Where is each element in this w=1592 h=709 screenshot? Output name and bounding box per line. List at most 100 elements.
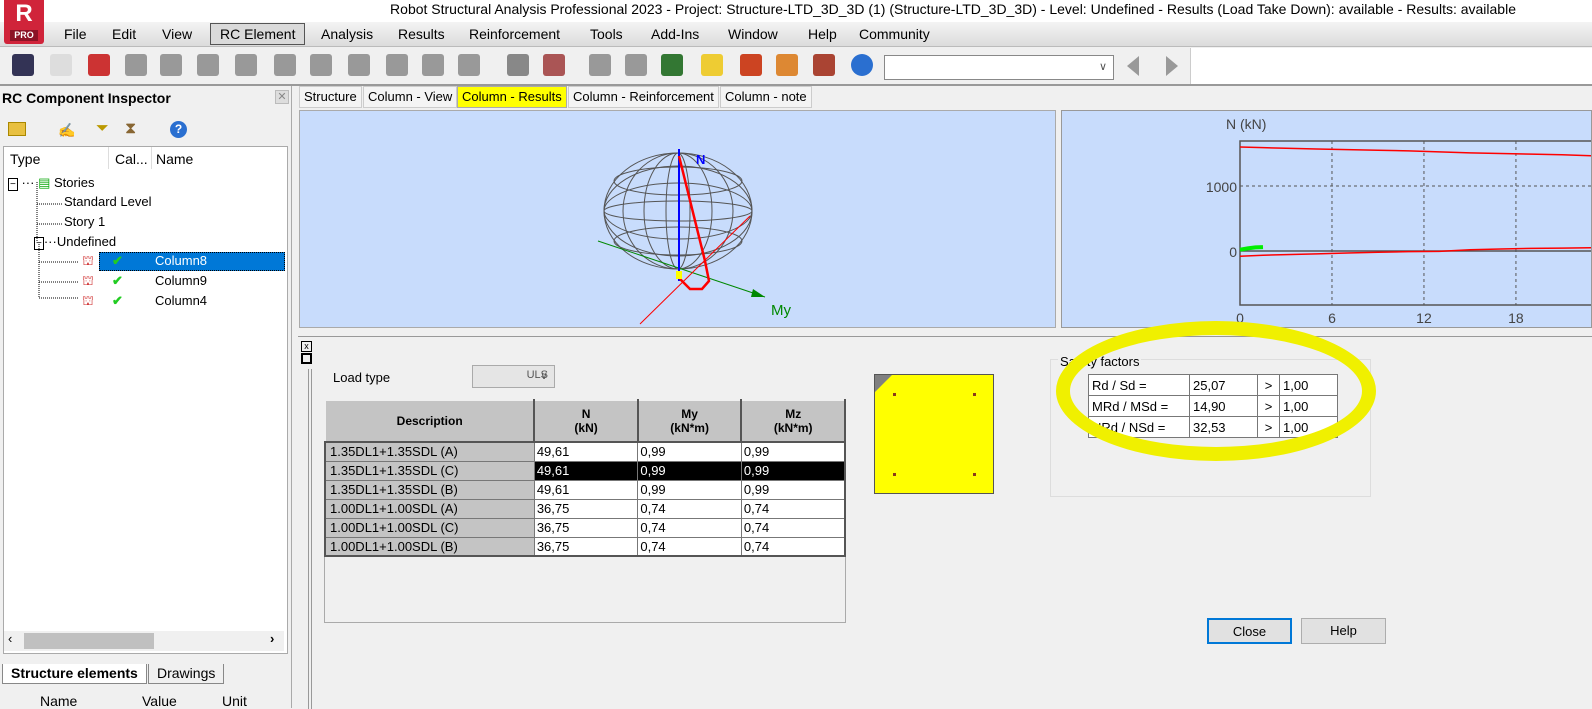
tab-column-note[interactable]: Column - note bbox=[720, 86, 812, 108]
column-header: Mz (kN*m) bbox=[740, 399, 846, 443]
chevron-down-icon: ∨ bbox=[1098, 61, 1107, 73]
x-tick-label: 6 bbox=[1328, 310, 1336, 326]
menu-window[interactable]: Window bbox=[722, 25, 784, 43]
menu-tools[interactable]: Tools bbox=[584, 25, 629, 43]
inspector-icon[interactable] bbox=[12, 54, 34, 76]
table-row[interactable]: 1.00DL1+1.00SDL (A) 36,75 0,74 0,74 bbox=[324, 498, 846, 519]
table-row[interactable]: 1.35DL1+1.35SDL (A) 49,61 0,99 0,99 bbox=[324, 441, 846, 462]
value-cell: 0,74 bbox=[740, 498, 846, 519]
tree-item-column9[interactable]: Column9 bbox=[155, 272, 207, 290]
edit-icon[interactable] bbox=[507, 54, 529, 76]
table-row[interactable]: 1.00DL1+1.00SDL (C) 36,75 0,74 0,74 bbox=[324, 517, 846, 538]
menu-results[interactable]: Results bbox=[392, 25, 451, 43]
print-icon[interactable] bbox=[125, 54, 147, 76]
tree-item-label[interactable]: Column8 bbox=[155, 252, 207, 270]
new-icon[interactable] bbox=[50, 54, 72, 76]
redo-icon[interactable] bbox=[458, 54, 480, 76]
undo-icon[interactable] bbox=[422, 54, 444, 76]
menu-analysis[interactable]: Analysis bbox=[315, 25, 379, 43]
column-header-text: My bbox=[681, 407, 698, 421]
cube-icon[interactable] bbox=[776, 54, 798, 76]
delete-icon[interactable] bbox=[274, 54, 296, 76]
help-icon[interactable] bbox=[851, 54, 873, 76]
props-header-unit[interactable]: Unit bbox=[222, 693, 247, 709]
load-type-select[interactable]: ULS ∨ bbox=[472, 365, 555, 388]
help-icon[interactable]: ? bbox=[170, 121, 187, 138]
tab-structure[interactable]: Structure bbox=[299, 86, 362, 108]
copy-icon[interactable] bbox=[348, 54, 370, 76]
folder-icon[interactable] bbox=[8, 122, 26, 136]
previous-arrow-icon[interactable] bbox=[1127, 56, 1139, 76]
zoom-out-icon[interactable] bbox=[625, 54, 647, 76]
value-cell: 49,61 bbox=[533, 479, 639, 500]
clear-filter-icon[interactable]: ⧗ bbox=[125, 120, 136, 138]
filter-icon[interactable]: ⏷ bbox=[96, 120, 109, 138]
x-tick-label: 0 bbox=[1236, 310, 1244, 326]
value-cell: 0,99 bbox=[637, 460, 742, 481]
tab-drawings[interactable]: Drawings bbox=[148, 664, 225, 684]
scroll-left-icon[interactable]: ‹ bbox=[8, 631, 12, 646]
menu-help[interactable]: Help bbox=[802, 25, 843, 43]
column-header-text: (kN*m) bbox=[670, 421, 709, 435]
paste-icon[interactable] bbox=[386, 54, 408, 76]
props-header-name[interactable]: Name bbox=[40, 693, 77, 709]
ratio-value: 14,90 bbox=[1189, 395, 1258, 417]
tab-column-reinforcement[interactable]: Column - Reinforcement bbox=[568, 86, 719, 108]
edit-icon[interactable]: ✍ bbox=[58, 122, 75, 138]
tab-structure-elements[interactable]: Structure elements bbox=[2, 664, 147, 684]
column-header-text: Description bbox=[396, 414, 463, 428]
tree-item-column4[interactable]: Column4 bbox=[155, 292, 207, 310]
tab-column-results[interactable]: Column - Results bbox=[457, 86, 567, 108]
props-header-value[interactable]: Value bbox=[142, 693, 177, 709]
menu-rc-element[interactable]: RC Element bbox=[210, 23, 306, 45]
preview-icon[interactable] bbox=[197, 54, 219, 76]
save-icon[interactable] bbox=[88, 54, 110, 76]
axis-label-my: My bbox=[771, 302, 791, 319]
table-row[interactable]: 1.00DL1+1.00SDL (B) 36,75 0,74 0,74 bbox=[324, 536, 846, 557]
tab-column-view[interactable]: Column - View bbox=[363, 86, 458, 108]
toolbar-combo[interactable]: ∨ bbox=[884, 55, 1114, 80]
rebar bbox=[893, 393, 896, 396]
close-icon[interactable]: ✕ bbox=[275, 90, 289, 104]
mz-axis bbox=[639, 215, 751, 325]
open-icon[interactable] bbox=[160, 54, 182, 76]
menu-add-ins[interactable]: Add-Ins bbox=[645, 25, 705, 43]
close-button[interactable]: Close bbox=[1207, 618, 1292, 644]
column-header: Description bbox=[323, 399, 536, 443]
menu-reinforcement[interactable]: Reinforcement bbox=[463, 25, 566, 43]
interaction-surface-3d-view[interactable]: N My bbox=[299, 110, 1056, 328]
value-cell: 0,99 bbox=[740, 460, 846, 481]
screen-capture-icon[interactable] bbox=[235, 54, 257, 76]
menu-view[interactable]: View bbox=[156, 25, 198, 43]
scroll-right-icon[interactable]: › bbox=[270, 631, 274, 646]
lock-icon[interactable] bbox=[740, 54, 762, 76]
zoom-in-icon[interactable] bbox=[589, 54, 611, 76]
value-cell: 36,75 bbox=[533, 498, 639, 519]
description-cell: 1.35DL1+1.35SDL (C) bbox=[324, 460, 535, 481]
safety-factor-row: MRd / MSd = 14,90 >1,00 bbox=[1088, 395, 1338, 417]
menu-edit[interactable]: Edit bbox=[106, 25, 142, 43]
rc-component-inspector: RC Component Inspector ✕ ✍ ⏷ ⧗ ? Type Ca… bbox=[0, 86, 292, 709]
calculator-icon[interactable] bbox=[543, 54, 565, 76]
wrench-icon[interactable] bbox=[813, 54, 835, 76]
horizontal-scrollbar[interactable]: ‹ › bbox=[4, 631, 284, 651]
menu-file[interactable]: File bbox=[58, 25, 93, 43]
help-button[interactable]: Help bbox=[1301, 618, 1386, 644]
cut-icon[interactable] bbox=[310, 54, 332, 76]
safety-factor-row: NRd / NSd = 32,53 >1,00 bbox=[1088, 416, 1338, 438]
maximize-icon[interactable] bbox=[301, 353, 312, 364]
table-row[interactable]: 1.35DL1+1.35SDL (B) 49,61 0,99 0,99 bbox=[324, 479, 846, 500]
splitter[interactable] bbox=[308, 369, 312, 709]
close-icon[interactable]: x bbox=[301, 341, 312, 352]
menu-community[interactable]: Community bbox=[853, 25, 936, 43]
description-cell: 1.00DL1+1.00SDL (B) bbox=[324, 536, 535, 557]
scrollbar-thumb[interactable] bbox=[24, 633, 154, 649]
value-cell: 36,75 bbox=[533, 536, 639, 557]
display-icon[interactable] bbox=[701, 54, 723, 76]
column-header-name[interactable]: Name bbox=[156, 151, 193, 167]
table-row[interactable]: 1.35DL1+1.35SDL (C) 49,61 0,99 0,99 bbox=[324, 460, 846, 481]
calculate-icon[interactable] bbox=[661, 54, 683, 76]
next-arrow-icon[interactable] bbox=[1166, 56, 1178, 76]
comparison-sign: > bbox=[1257, 374, 1280, 396]
column-header-calc[interactable]: Cal... bbox=[115, 151, 148, 167]
